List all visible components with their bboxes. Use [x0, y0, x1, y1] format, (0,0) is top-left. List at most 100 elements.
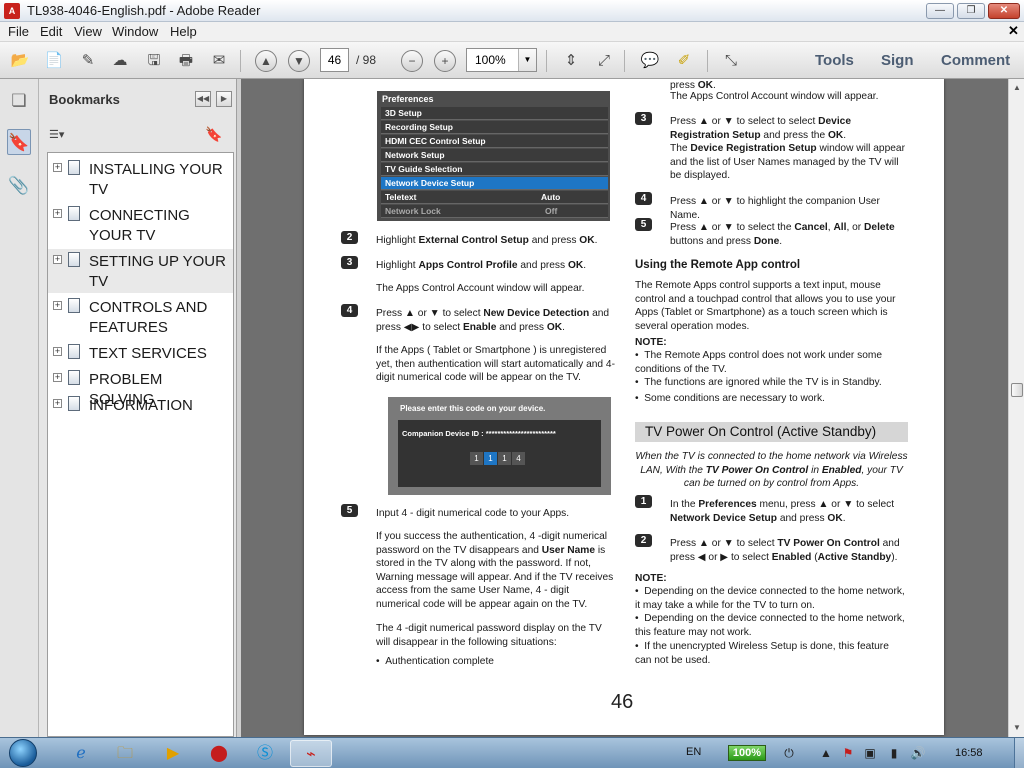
- standby-section-heading: TV Power On Control (Active Standby): [635, 422, 908, 442]
- document-view[interactable]: Preferences 3D Setup Recording Setup HDM…: [241, 79, 1008, 737]
- scroll-up-icon[interactable]: ▲: [1010, 81, 1024, 95]
- menu-help[interactable]: Help: [170, 24, 197, 39]
- collapse-panel-icon[interactable]: ◀◀: [195, 91, 211, 107]
- bookmark-item[interactable]: + INFORMATION: [48, 393, 233, 417]
- chevron-down-icon[interactable]: ▼: [518, 49, 536, 71]
- clock[interactable]: 16:58: [955, 747, 983, 759]
- scroll-thumb[interactable]: [1011, 383, 1023, 397]
- note-label: NOTE:: [635, 573, 667, 584]
- next-page-icon[interactable]: ▼: [288, 50, 310, 72]
- bookmark-item[interactable]: + INSTALLING YOUR TV: [48, 157, 233, 201]
- scroll-down-icon[interactable]: ▼: [1010, 721, 1024, 735]
- file-explorer-icon[interactable]: 🗀: [104, 740, 146, 767]
- expand-icon[interactable]: +: [53, 347, 62, 356]
- language-indicator[interactable]: EN: [686, 746, 701, 758]
- teletext-label: Teletext: [385, 192, 417, 202]
- zoom-out-icon[interactable]: −: [401, 50, 423, 72]
- sign-pane-button[interactable]: Sign: [881, 52, 914, 69]
- close-window-button[interactable]: ✕: [988, 3, 1020, 19]
- zoom-select[interactable]: 100% ▼: [466, 48, 537, 72]
- windows-taskbar: ℯ 🗀 ▶ ⬤ Ⓢ ⌁ EN 100% ⏻ ▲ ⚑ ▣ ▮ 🔊 16:58: [0, 737, 1024, 768]
- save-icon[interactable]: 🖫: [142, 49, 166, 73]
- bookmark-label: INFORMATION: [89, 397, 193, 414]
- previous-page-icon[interactable]: ▲: [255, 50, 277, 72]
- maximize-button[interactable]: ❐: [957, 3, 985, 19]
- expand-icon[interactable]: +: [53, 373, 62, 382]
- bookmark-options-button[interactable]: ☰▾: [49, 128, 77, 145]
- bookmarks-panel: Bookmarks ◀◀ ▶ ☰▾ 🔖 + INSTALLING YOUR TV…: [39, 79, 237, 737]
- menu-view[interactable]: View: [74, 24, 102, 39]
- step3-text: Highlight Apps Control Profile and press…: [376, 260, 587, 271]
- internet-explorer-icon[interactable]: ℯ: [60, 740, 102, 767]
- bookmark-page-icon: [68, 370, 80, 385]
- bookmark-item[interactable]: + CONTROLS AND FEATURES: [48, 295, 233, 339]
- fit-page-icon[interactable]: ⇕: [559, 49, 583, 73]
- bookmark-item[interactable]: + TEXT SERVICES: [48, 341, 233, 365]
- right-top-subtext: The Apps Control Account window will app…: [670, 91, 879, 102]
- menu-row: 3D Setup: [381, 107, 608, 120]
- skype-icon[interactable]: Ⓢ: [244, 740, 286, 767]
- expand-icon[interactable]: +: [53, 255, 62, 264]
- find-bookmark-icon[interactable]: 🔖: [205, 126, 225, 146]
- show-hidden-icons-icon[interactable]: ▲: [818, 745, 834, 761]
- open-file-icon[interactable]: 📂: [8, 49, 32, 73]
- bookmark-list: + INSTALLING YOUR TV + CONNECTING YOUR T…: [47, 152, 234, 737]
- zoom-in-icon[interactable]: +: [434, 50, 456, 72]
- page-thumbnails-icon[interactable]: ❏: [7, 88, 31, 114]
- bookmark-item-selected[interactable]: + SETTING UP YOUR TV: [48, 249, 233, 293]
- power-plug-icon[interactable]: ⏻: [781, 745, 797, 761]
- create-pdf-icon[interactable]: 📄: [42, 49, 66, 73]
- full-screen-icon[interactable]: ⤡: [719, 49, 743, 73]
- expand-icon[interactable]: +: [53, 209, 62, 218]
- window-title: TL938-4046-English.pdf - Adobe Reader: [27, 3, 261, 18]
- step-number: 4: [635, 192, 652, 205]
- opera-icon[interactable]: ⬤: [198, 740, 240, 767]
- note-bullet: • The functions are ignored while the TV…: [635, 377, 882, 388]
- close-document-button[interactable]: ✕: [1008, 23, 1019, 39]
- menu-edit[interactable]: Edit: [40, 24, 62, 39]
- media-player-icon[interactable]: ▶: [152, 740, 194, 767]
- bookmark-page-icon: [68, 206, 80, 221]
- page-number-input[interactable]: [320, 48, 349, 72]
- step5-text: Press ▲ or ▼ to select the Cancel, All, …: [670, 222, 895, 247]
- step3-subtext: The Device Registration Setup window wil…: [670, 143, 905, 182]
- bookmark-icon[interactable]: 🔖: [7, 129, 31, 155]
- vertical-scrollbar[interactable]: ▲ ▼: [1008, 79, 1024, 737]
- bookmarks-header: Bookmarks: [49, 92, 120, 107]
- code-panel: Companion Device ID : ******************…: [398, 420, 601, 487]
- toolbar-separator: [707, 50, 708, 72]
- cloud-upload-icon[interactable]: ☁: [108, 49, 132, 73]
- comment-pane-button[interactable]: Comment: [941, 52, 1010, 69]
- tools-pane-button[interactable]: Tools: [815, 52, 854, 69]
- pdf-app-icon[interactable]: A: [4, 3, 20, 19]
- device-icon[interactable]: ▣: [862, 745, 878, 761]
- email-icon[interactable]: ✉: [207, 49, 231, 73]
- panel-arrow-icon[interactable]: ▶: [216, 91, 232, 107]
- network-signal-icon[interactable]: ▮: [886, 745, 902, 761]
- code-digit: 1: [498, 452, 511, 465]
- expand-icon[interactable]: +: [53, 399, 62, 408]
- menu-file[interactable]: File: [8, 24, 29, 39]
- edit-pdf-icon[interactable]: ✎: [76, 49, 100, 73]
- expand-icon[interactable]: +: [53, 163, 62, 172]
- minimize-button[interactable]: —: [926, 3, 954, 19]
- bookmark-item[interactable]: + CONNECTING YOUR TV: [48, 203, 233, 247]
- note-bullet: • Depending on the device connected to t…: [635, 613, 905, 638]
- battery-indicator[interactable]: 100%: [728, 745, 766, 761]
- attachment-icon[interactable]: 📎: [7, 173, 31, 199]
- toolbar-separator: [624, 50, 625, 72]
- bookmark-item[interactable]: + PROBLEM SOLVING: [48, 367, 233, 408]
- start-button[interactable]: [3, 738, 43, 768]
- volume-icon[interactable]: 🔊: [910, 745, 926, 761]
- comment-bubble-icon[interactable]: 💬: [638, 49, 662, 73]
- highlight-icon[interactable]: ✐: [672, 49, 696, 73]
- adobe-reader-task-icon[interactable]: ⌁: [290, 740, 332, 767]
- fit-width-icon[interactable]: ⤢: [592, 49, 616, 73]
- print-icon[interactable]: 🖶: [174, 49, 198, 73]
- show-desktop-button[interactable]: [1014, 738, 1024, 768]
- standby-step2-text: Press ▲ or ▼ to select TV Power On Contr…: [670, 538, 900, 563]
- menu-window[interactable]: Window: [112, 24, 158, 39]
- action-center-icon[interactable]: ⚑: [840, 745, 856, 761]
- expand-icon[interactable]: +: [53, 301, 62, 310]
- bookmark-label: CONNECTING YOUR TV: [89, 207, 190, 244]
